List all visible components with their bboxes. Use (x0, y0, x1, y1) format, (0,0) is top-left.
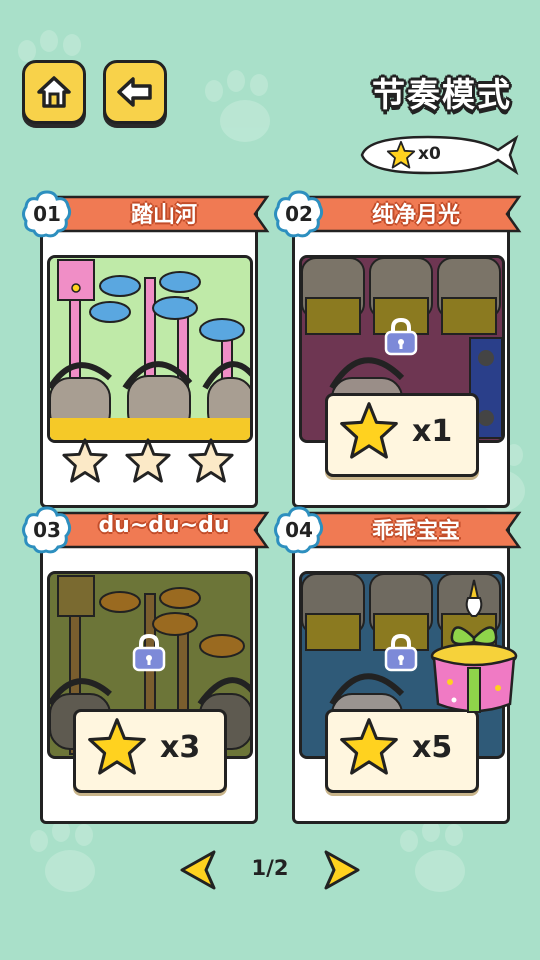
level-number: 02 (285, 202, 313, 226)
unlock-cost: x5 (412, 730, 453, 765)
page-title: 节奏模式 (372, 75, 512, 114)
gift-box-icon[interactable] (428, 578, 520, 718)
next-page-button[interactable] (322, 848, 362, 892)
star-icon (386, 140, 416, 169)
level-card-03[interactable]: du~du~du 03 x3 (22, 506, 270, 824)
level-title: 乖乖宝宝 (371, 519, 460, 544)
unlock-cost: x1 (412, 414, 453, 449)
star-count: x0 (418, 144, 441, 164)
unlock-cost-box[interactable]: x1 (325, 393, 479, 477)
level-number: 03 (33, 518, 61, 542)
level-card-02[interactable]: 纯净月光 02 x1 (274, 190, 522, 508)
empty-star-icon (125, 438, 171, 483)
empty-star-icon (188, 438, 234, 483)
level-number: 01 (33, 202, 61, 226)
home-icon (37, 76, 71, 108)
star-icon (340, 718, 398, 775)
page-indicator: 1/2 (251, 856, 289, 880)
unlock-cost-box[interactable]: x3 (73, 709, 227, 793)
lock-icon (384, 317, 418, 356)
prev-page-button[interactable] (178, 848, 218, 892)
level-card-01[interactable]: 踏山河 01 (22, 190, 270, 508)
empty-star-icon (62, 438, 108, 483)
star-icon (340, 402, 398, 459)
back-arrow-icon (117, 77, 152, 107)
unlock-cost-box[interactable]: x5 (325, 709, 479, 793)
star-rating (61, 437, 237, 487)
background-paw (205, 70, 285, 150)
level-title: 纯净月光 (371, 203, 460, 228)
lock-icon (132, 633, 166, 672)
back-button[interactable] (103, 60, 167, 124)
lock-icon (384, 633, 418, 672)
home-button[interactable] (22, 60, 86, 124)
level-title: du~du~du (98, 513, 230, 538)
level-number: 04 (285, 518, 313, 542)
star-icon (88, 718, 146, 775)
level-title: 踏山河 (130, 203, 197, 228)
level-preview-image (47, 255, 253, 443)
background-paw (30, 820, 110, 900)
unlock-cost: x3 (160, 730, 201, 765)
background-paw (400, 820, 480, 900)
